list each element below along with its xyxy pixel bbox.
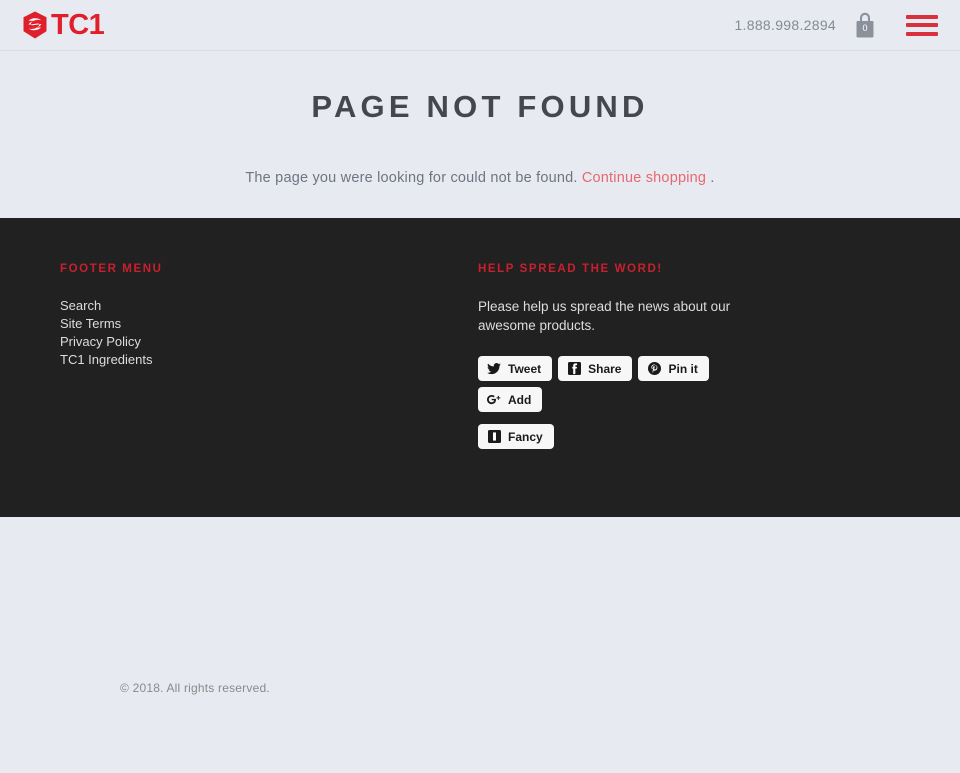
fancy-button-label: Fancy [508, 429, 543, 444]
logo-wordmark: TC1 [51, 8, 105, 41]
footer-share-heading: HELP SPREAD THE WORD! [478, 263, 663, 275]
page-message-text: The page you were looking for could not … [245, 170, 578, 187]
fancy-button[interactable]: Fancy [478, 424, 554, 449]
main-content: PAGE NOT FOUND The page you were looking… [0, 51, 960, 218]
pinterest-pin-button[interactable]: Pin it [638, 356, 709, 381]
page-message: The page you were looking for could not … [0, 125, 960, 186]
facebook-icon [567, 362, 581, 376]
footer-share-description: Please help us spread the news about our… [478, 299, 731, 333]
footer-menu-column: FOOTER MENU Search Site Terms Privacy Po… [60, 263, 478, 449]
list-item: TC1 Ingredients [60, 351, 478, 369]
header-right-group: 1.888.998.2894 0 [734, 12, 938, 39]
footer-columns: FOOTER MENU Search Site Terms Privacy Po… [60, 218, 900, 449]
share-buttons-row-2: Fancy [478, 424, 758, 449]
google-plus-add-button-label: Add [508, 392, 532, 407]
footer-link-site-terms[interactable]: Site Terms [60, 316, 121, 332]
footer-share-column: HELP SPREAD THE WORD! Please help us spr… [478, 263, 878, 449]
menu-bar-3 [906, 31, 938, 36]
menu-bar-2 [906, 23, 938, 27]
site-footer: FOOTER MENU Search Site Terms Privacy Po… [0, 218, 960, 695]
footer-link-tc1-ingredients[interactable]: TC1 Ingredients [60, 352, 153, 368]
facebook-share-button-label: Share [588, 361, 622, 376]
logo-link[interactable]: TC1 [22, 8, 105, 41]
page-title: PAGE NOT FOUND [311, 89, 649, 124]
tc1-shield-logo-icon [22, 11, 48, 39]
share-buttons-row-1: Tweet Share Pin it Add [478, 356, 758, 412]
list-item: Search [60, 297, 478, 315]
menu-bar-1 [906, 14, 938, 19]
cart-link[interactable]: 0 [854, 12, 876, 39]
footer-link-privacy-policy[interactable]: Privacy Policy [60, 334, 141, 350]
google-plus-icon [487, 393, 501, 407]
footer-menu-heading: FOOTER MENU [60, 263, 163, 275]
phone-number-link[interactable]: 1.888.998.2894 [734, 17, 836, 33]
list-item: Site Terms [60, 315, 478, 333]
google-plus-add-button[interactable]: Add [478, 387, 543, 412]
tweet-button-label: Tweet [508, 361, 542, 376]
footer-link-search[interactable]: Search [60, 298, 101, 314]
list-item: Privacy Policy [60, 333, 478, 351]
tweet-button[interactable]: Tweet [478, 356, 553, 381]
pinterest-pin-button-label: Pin it [668, 361, 698, 376]
hamburger-menu-icon[interactable] [906, 14, 938, 36]
cart-item-count: 0 [862, 22, 868, 33]
facebook-share-button[interactable]: Share [558, 356, 633, 381]
pinterest-icon [647, 362, 661, 376]
copyright-text: © 2018. All rights reserved. [120, 681, 270, 695]
footer-menu-list: Search Site Terms Privacy Policy TC1 Ing… [60, 297, 478, 369]
page-message-period: . [710, 170, 715, 187]
twitter-bird-icon [487, 362, 501, 376]
site-header: TC1 1.888.998.2894 0 [0, 0, 960, 51]
page-bottom-spacer [0, 517, 960, 773]
continue-shopping-link[interactable]: Continue shopping [582, 170, 706, 186]
fancy-icon [487, 430, 501, 444]
